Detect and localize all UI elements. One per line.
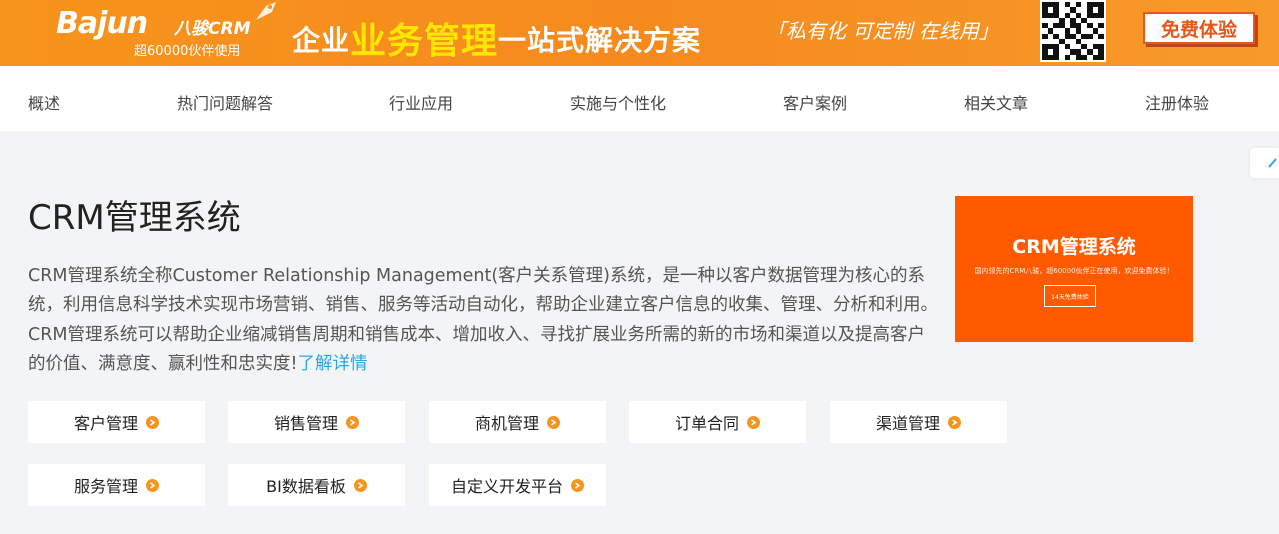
nav-item-overview[interactable]: 概述 [28,90,60,114]
section-nav: 概述 热门问题解答 行业应用 实施与个性化 客户案例 相关文章 注册体验 [0,66,1279,131]
learn-more-link[interactable]: 了解详情 [298,354,368,374]
promo-title: CRM管理系统 [1012,236,1136,258]
nav-item-industry[interactable]: 行业应用 [389,90,453,114]
nav-item-articles[interactable]: 相关文章 [964,90,1028,114]
logo-cn-text: 八骏CRM [174,19,251,39]
slogan-pre: 企业 [292,24,351,57]
bajun-logo[interactable]: Bajun 八骏CRM 超60000伙伴使用 [56,6,256,60]
promo-trial-button[interactable]: 14天免费体验 [1044,285,1096,307]
nav-item-cases[interactable]: 客户案例 [783,90,847,114]
module-bi-button[interactable]: BI数据看板 [228,464,405,506]
module-label: 销售管理 [273,414,338,433]
nav-item-faq[interactable]: 热门问题解答 [177,90,273,114]
intro-paragraph: CRM管理系统全称Customer Relationship Managemen… [28,262,938,379]
side-float-button[interactable] [1250,148,1279,178]
intro-text: CRM管理系统全称Customer Relationship Managemen… [28,266,938,374]
banner-slogan: 企业业务管理一站式解决方案 [292,12,701,62]
module-label: 服务管理 [73,477,138,496]
page-title: CRM管理系统 [28,198,241,238]
top-banner[interactable]: Bajun 八骏CRM 超60000伙伴使用 企业业务管理一站式解决方案 「私有… [0,0,1279,66]
arrow-right-circle-icon [948,415,961,429]
module-service-button[interactable]: 服务管理 [28,464,205,506]
module-channel-button[interactable]: 渠道管理 [830,401,1007,443]
module-label: 渠道管理 [875,414,940,433]
module-label: 订单合同 [674,414,739,433]
logo-partners-text: 超60000伙伴使用 [134,44,241,59]
arrow-right-circle-icon [353,478,367,492]
module-label: BI数据看板 [266,477,346,496]
module-custom-dev-button[interactable]: 自定义开发平台 [429,464,606,506]
arrow-right-circle-icon [146,478,159,492]
module-label: 客户管理 [73,414,138,433]
module-sales-button[interactable]: 销售管理 [228,401,405,443]
arrow-right-circle-icon [547,415,560,429]
qr-code-icon [1040,0,1106,62]
arrow-right-circle-icon [346,415,359,429]
arrow-up-right-icon [1268,158,1277,168]
promo-card[interactable]: CRM管理系统 国内领先的CRM八骏，超60000伙伴正在使用，欢迎免费体验！ … [955,196,1193,342]
module-customer-button[interactable]: 客户管理 [28,401,205,443]
module-order-button[interactable]: 订单合同 [629,401,806,443]
arrow-right-circle-icon [146,415,159,429]
slogan-highlight: 业务管理 [350,21,499,62]
slogan-post: 一站式解决方案 [498,24,702,57]
module-label: 商机管理 [474,414,539,433]
logo-text: Bajun [56,6,148,41]
slogan-quote: 「私有化 可定制 在线用」 [766,19,999,43]
arrow-right-circle-icon [747,415,760,429]
module-label: 自定义开发平台 [450,477,563,496]
rocket-icon [256,2,276,20]
arrow-right-circle-icon [571,478,584,492]
nav-item-register[interactable]: 注册体验 [1145,90,1209,114]
promo-subtitle: 国内领先的CRM八骏，超60000伙伴正在使用，欢迎免费体验！ [974,267,1174,275]
module-opportunity-button[interactable]: 商机管理 [429,401,606,443]
nav-item-implementation[interactable]: 实施与个性化 [570,90,666,114]
free-trial-button[interactable]: 免费体验 [1143,12,1255,44]
